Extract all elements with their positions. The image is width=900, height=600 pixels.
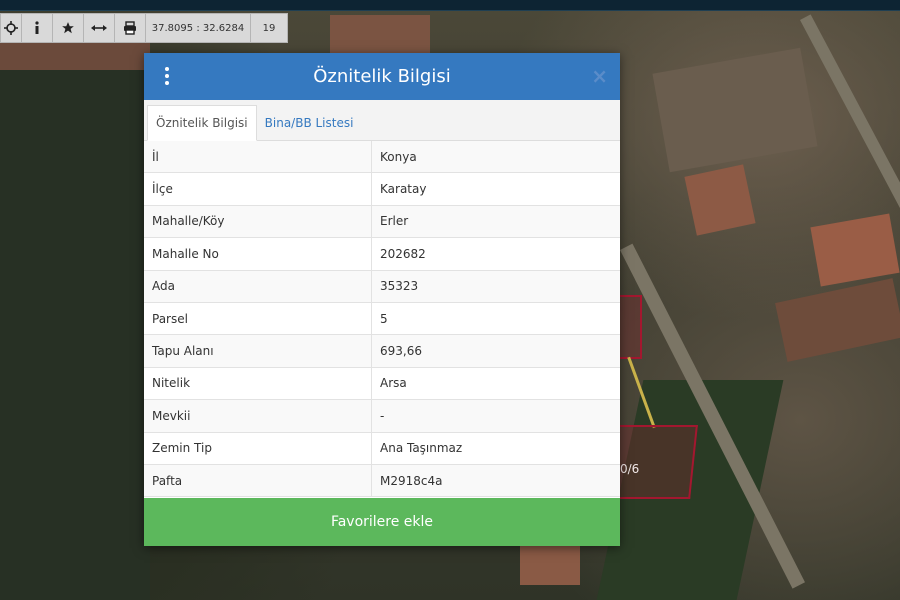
map-field — [0, 40, 150, 600]
table-row: Ada 35323 — [144, 270, 620, 303]
dialog-tabs: Öznitelik Bilgisi Bina/BB Listesi — [144, 100, 620, 141]
attribute-key: Ada — [144, 270, 372, 303]
top-strip — [0, 0, 900, 11]
table-row: İl Konya — [144, 141, 620, 174]
attribute-info-dialog: Öznitelik Bilgisi × Öznitelik Bilgisi Bi… — [144, 53, 620, 546]
coordinate-readout: 37.8095 : 32.6284 — [146, 14, 251, 42]
attribute-value: 693,66 — [371, 334, 620, 368]
info-icon[interactable] — [22, 14, 53, 42]
print-icon[interactable] — [115, 14, 146, 42]
zoom-level: 19 — [262, 22, 276, 34]
table-row: Mevkii - — [144, 399, 620, 433]
attribute-value: 5 — [371, 302, 620, 336]
attribute-value: Ana Taşınmaz — [371, 432, 620, 465]
table-row: Parsel 5 — [144, 302, 620, 336]
table-row: İlçe Karatay — [144, 172, 620, 206]
tab-attribute-info[interactable]: Öznitelik Bilgisi — [147, 105, 257, 141]
attribute-key: İl — [144, 141, 372, 174]
attribute-key: Nitelik — [144, 367, 372, 401]
dialog-header: Öznitelik Bilgisi × — [144, 53, 620, 100]
star-icon[interactable] — [53, 14, 84, 42]
measure-icon[interactable] — [84, 14, 115, 42]
table-row: Pafta M2918c4a — [144, 464, 620, 498]
map-roof — [810, 213, 900, 287]
table-row: Nitelik Arsa — [144, 367, 620, 401]
table-row: Zemin Tip Ana Taşınmaz — [144, 432, 620, 465]
map-roof — [330, 15, 430, 55]
attribute-key: Parsel — [144, 302, 372, 336]
attribute-value: - — [371, 399, 620, 433]
table-row: Mahalle/Köy Erler — [144, 205, 620, 239]
attribute-value: Erler — [371, 205, 620, 239]
map-roof — [775, 278, 900, 362]
crosshair-icon[interactable] — [1, 14, 22, 42]
attribute-value: Arsa — [371, 367, 620, 401]
map-roof — [520, 545, 580, 585]
parcel-number-label: 0/6 — [620, 462, 640, 476]
attribute-value: Konya — [371, 141, 620, 174]
attribute-value: Karatay — [371, 172, 620, 206]
table-row: Mahalle No 202682 — [144, 237, 620, 271]
attribute-key: Mevkii — [144, 399, 372, 433]
attribute-key: Zemin Tip — [144, 432, 372, 465]
attribute-value: 35323 — [371, 270, 620, 303]
map-roof — [0, 40, 150, 70]
attribute-value: 202682 — [371, 237, 620, 271]
attribute-key: Tapu Alanı — [144, 334, 372, 368]
table-row: Tapu Alanı 693,66 — [144, 334, 620, 368]
attribute-key: İlçe — [144, 172, 372, 206]
attribute-value: M2918c4a — [371, 464, 620, 498]
dialog-title: Öznitelik Bilgisi — [313, 66, 451, 87]
close-icon[interactable]: × — [591, 64, 608, 88]
attribute-key: Mahalle/Köy — [144, 205, 372, 239]
tab-building-list[interactable]: Bina/BB Listesi — [257, 106, 362, 140]
attribute-key: Mahalle No — [144, 237, 372, 271]
map-toolbar: 37.8095 : 32.6284 19 — [0, 13, 288, 43]
add-to-favorites-button[interactable]: Favorilere ekle — [144, 498, 620, 546]
attribute-table: İl Konya İlçe Karatay Mahalle/Köy Erler Mah… — [144, 141, 620, 498]
map-field — [652, 47, 818, 173]
vertical-dots-menu-icon[interactable] — [159, 65, 175, 87]
attribute-key: Pafta — [144, 464, 372, 498]
map-roof — [684, 164, 756, 236]
